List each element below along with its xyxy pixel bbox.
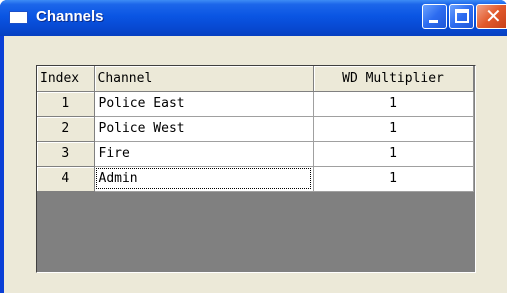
window-client-area: Index Channel WD Multiplier 1 Police Eas…	[4, 36, 507, 293]
minimize-button[interactable]	[422, 4, 447, 29]
minimize-icon	[429, 20, 438, 23]
window-title: Channels	[36, 8, 104, 25]
table-row[interactable]: 2 Police West 1	[37, 116, 474, 142]
column-header-channel[interactable]: Channel	[94, 66, 314, 92]
row-index-cell[interactable]: 1	[37, 91, 95, 117]
channel-cell[interactable]: Police West	[94, 116, 314, 142]
channel-cell-focused[interactable]: Admin	[94, 166, 314, 192]
table-row[interactable]: 3 Fire 1	[37, 141, 474, 167]
column-header-wd-multiplier[interactable]: WD Multiplier	[313, 66, 474, 92]
maximize-icon	[455, 9, 469, 23]
channel-cell[interactable]: Police East	[94, 91, 314, 117]
table-row[interactable]: 4 Admin 1	[37, 166, 474, 192]
channel-cell[interactable]: Fire	[94, 141, 314, 167]
channels-grid[interactable]: Index Channel WD Multiplier 1 Police Eas…	[36, 65, 476, 273]
window-app-icon[interactable]	[9, 11, 28, 24]
row-index-cell[interactable]: 2	[37, 116, 95, 142]
title-bar[interactable]: Channels ✕	[0, 0, 507, 36]
channels-table: Index Channel WD Multiplier 1 Police Eas…	[37, 66, 474, 192]
close-button[interactable]: ✕	[476, 4, 507, 29]
maximize-button[interactable]	[449, 4, 474, 29]
row-index-cell[interactable]: 3	[37, 141, 95, 167]
column-header-index[interactable]: Index	[37, 66, 95, 92]
close-icon: ✕	[485, 4, 502, 28]
wd-multiplier-cell[interactable]: 1	[313, 116, 474, 142]
wd-multiplier-cell[interactable]: 1	[313, 91, 474, 117]
wd-multiplier-cell[interactable]: 1	[313, 166, 474, 192]
table-row[interactable]: 1 Police East 1	[37, 91, 474, 117]
wd-multiplier-cell[interactable]: 1	[313, 141, 474, 167]
row-index-cell[interactable]: 4	[37, 166, 95, 192]
channels-window: Channels ✕ Index Channel WD Multiplier 1…	[0, 0, 507, 293]
header-row: Index Channel WD Multiplier	[37, 66, 474, 92]
